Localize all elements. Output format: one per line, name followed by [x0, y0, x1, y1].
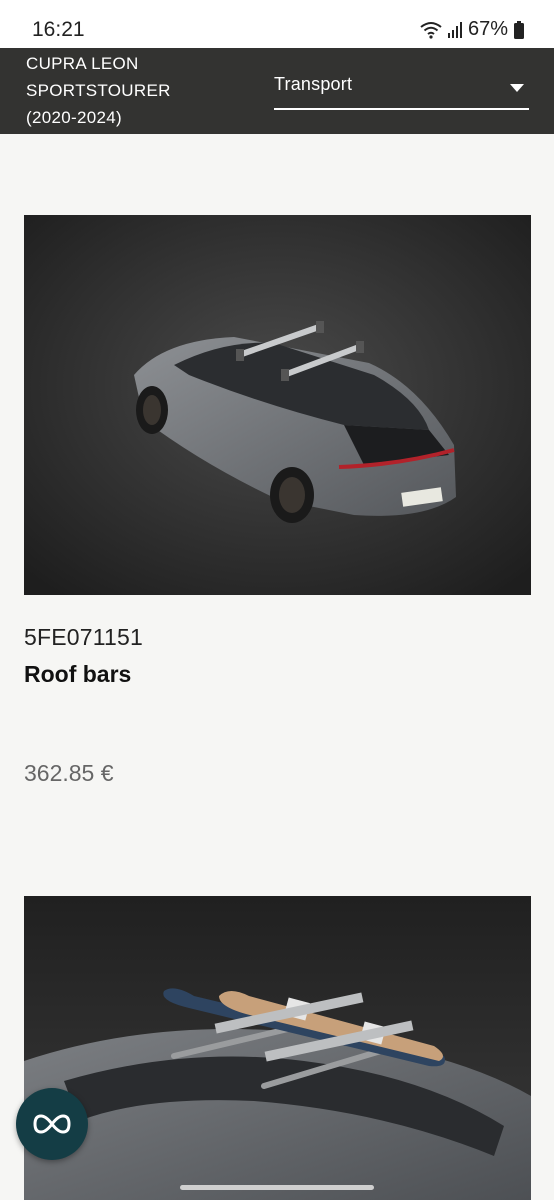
model-title: CUPRA LEON SPORTSTOURER (2020-2024) — [26, 54, 171, 127]
part-number: 5FE071151 — [24, 624, 144, 650]
product-image-ski-rack[interactable] — [24, 896, 531, 1200]
product-name[interactable]: Roof bars — [24, 661, 131, 688]
cupra-chat-button[interactable] — [16, 1088, 88, 1160]
cupra-logo-icon — [33, 1114, 71, 1134]
category-value: Transport — [274, 74, 353, 94]
product-image-roof-bars[interactable] — [24, 215, 531, 595]
battery-percent: 67% — [467, 18, 508, 40]
product-photo-roof-bars — [24, 215, 531, 595]
signal-icon — [447, 21, 462, 38]
product-price: 362.85 € — [24, 760, 114, 786]
status-bar: 16:21 67% — [0, 0, 554, 48]
status-time: 16:21 — [32, 18, 85, 41]
chevron-down-icon — [510, 84, 524, 92]
home-indicator[interactable] — [180, 1185, 374, 1190]
app-header: CUPRA LEON SPORTSTOURER (2020-2024) Tran… — [0, 48, 554, 134]
category-dropdown[interactable]: Transport — [274, 70, 529, 110]
battery-icon — [514, 20, 524, 39]
product-photo-ski-rack — [24, 896, 531, 1200]
wifi-icon — [420, 21, 442, 39]
status-icons: 67% — [420, 18, 524, 41]
